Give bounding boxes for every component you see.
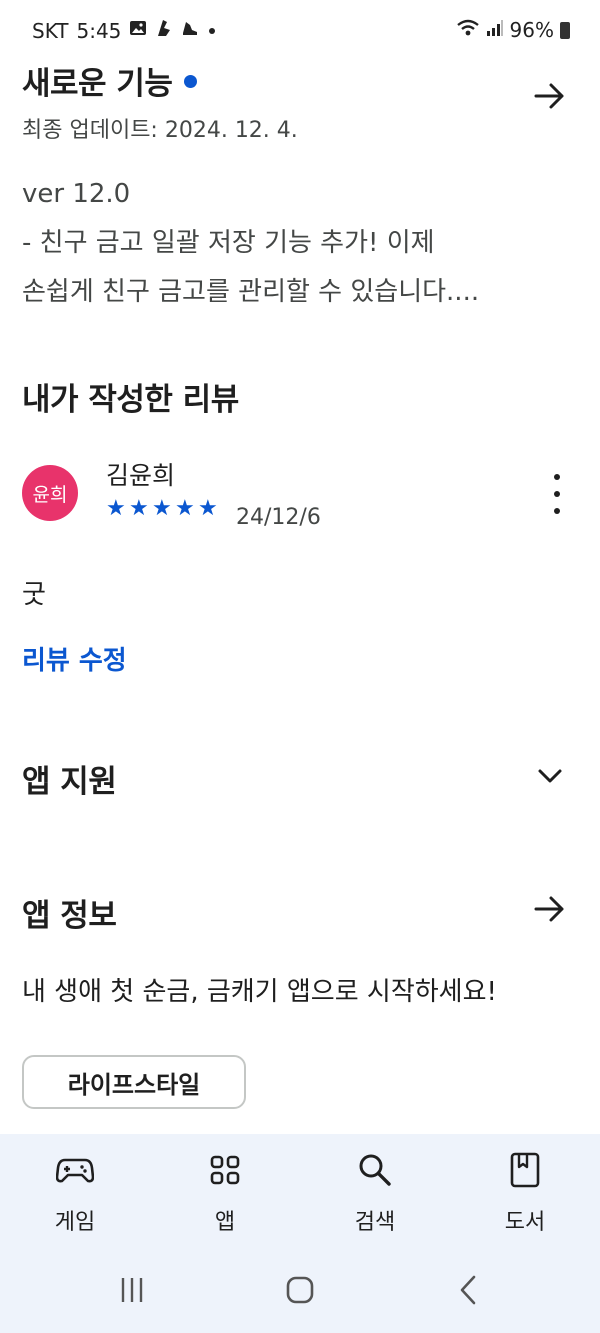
review-date: 24/12/6 [236,505,321,530]
nav-label-apps: 앱 [214,1210,236,1235]
system-navigation-bar [0,1248,600,1333]
search-icon [355,1150,395,1190]
wifi-icon [456,18,480,42]
dot-icon [207,21,217,41]
back-icon [460,1275,476,1305]
chevron-down-icon [538,769,562,783]
status-bar: SKT 5:45 96% [0,0,600,62]
whats-new-heading: 새로운 기능 [22,58,198,103]
more-vert-icon [554,474,560,480]
review-more-options-button[interactable] [540,474,574,514]
last-updated: 최종 업데이트: 2024. 12. 4. [22,118,298,143]
status-right: 96% [456,18,570,42]
book-icon [505,1150,545,1190]
gallery-icon [129,19,147,42]
app-support-title: 앱 지원 [22,764,117,800]
back-button[interactable] [438,1268,498,1312]
app-info-arrow-button[interactable] [528,887,572,931]
recent-apps-icon [121,1278,143,1302]
signal-icon [486,18,504,42]
gamepad-icon [55,1150,95,1190]
avatar: 윤희 [22,465,78,521]
release-notes: ver 12.0 - 친구 금고 일괄 저장 기능 추가! 이제 손쉽게 친구 … [22,170,479,317]
nav-label-games: 게임 [54,1210,96,1235]
star-icon: ★ [198,496,218,521]
more-vert-icon [554,508,560,514]
status-left: SKT 5:45 [32,18,217,43]
release-line-1: - 친구 금고 일괄 저장 기능 추가! 이제 [22,228,435,258]
home-button[interactable] [270,1268,330,1312]
nav-item-apps[interactable]: 앱 [150,1134,300,1248]
my-review-title: 내가 작성한 리뷰 [22,382,239,418]
sneaker-icon [181,19,199,42]
app-description: 내 생애 첫 순금, 금캐기 앱으로 시작하세요! [22,977,497,1007]
nav-item-games[interactable]: 게임 [0,1134,150,1248]
star-icon: ★ [152,496,172,521]
app-support-expand-button[interactable] [528,754,572,798]
arrow-right-icon [534,896,564,922]
app-info-title: 앱 정보 [22,898,117,934]
whats-new-arrow-button[interactable] [528,74,572,118]
bottom-navigation: 게임 앱 검색 도서 [0,1134,600,1248]
edit-review-link[interactable]: 리뷰 수정 [22,640,127,677]
clock: 5:45 [76,18,122,43]
nav-label-books: 도서 [504,1210,546,1235]
star-icon: ★ [106,496,126,521]
star-icon: ★ [175,496,195,521]
more-vert-icon [554,491,560,497]
battery-level: 96% [509,18,554,42]
rating-stars: ★ ★ ★ ★ ★ [106,498,220,520]
nav-item-search[interactable]: 검색 [300,1134,450,1248]
star-icon: ★ [129,496,149,521]
category-chip[interactable]: 라이프스타일 [22,1055,246,1109]
nav-label-search: 검색 [354,1210,396,1235]
new-indicator-dot [184,75,198,88]
arrow-right-icon [534,83,564,109]
release-version: ver 12.0 [22,179,131,209]
nav-item-books[interactable]: 도서 [450,1134,600,1248]
reviewer-name: 김윤희 [106,461,176,490]
home-icon [286,1276,314,1304]
app-notification-icon [155,18,173,43]
battery-icon [560,21,570,39]
apps-grid-icon [205,1150,245,1190]
recent-apps-button[interactable] [102,1268,162,1312]
carrier-label: SKT [32,18,69,43]
release-line-2: 손쉽게 친구 금고를 관리할 수 있습니다.... [22,277,480,307]
whats-new-title: 새로운 기능 [22,66,173,102]
review-text: 굿 [22,580,46,610]
